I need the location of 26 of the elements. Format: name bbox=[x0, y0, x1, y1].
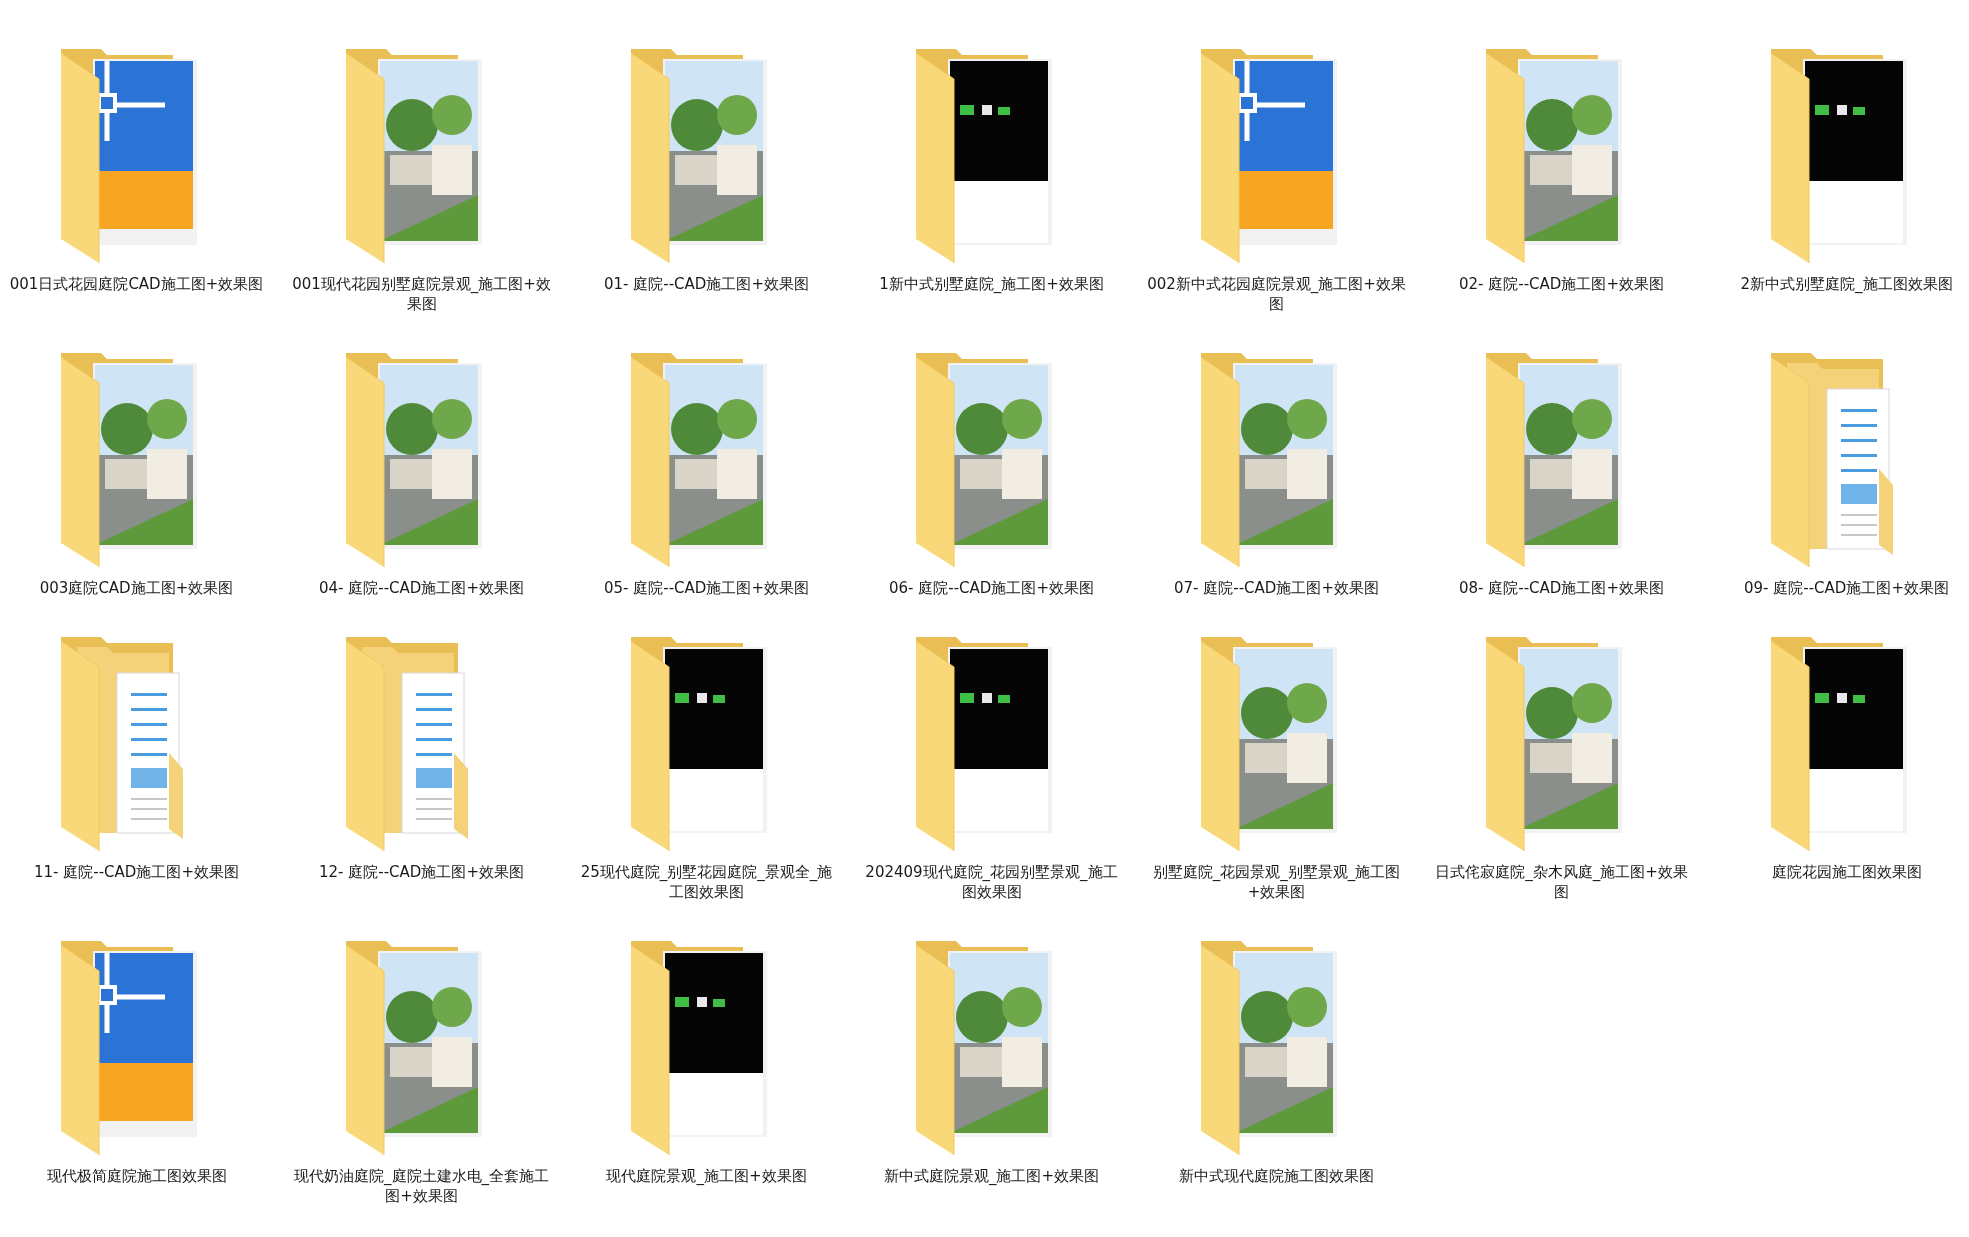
folder-name[interactable]: 02- 庭院--CAD施工图+效果图 bbox=[1459, 274, 1664, 294]
folder-name[interactable]: 06- 庭院--CAD施工图+效果图 bbox=[889, 578, 1094, 598]
folder-name[interactable]: 11- 庭院--CAD施工图+效果图 bbox=[34, 862, 239, 882]
folder-name[interactable]: 202409现代庭院_花园别墅景观_施工图效果图 bbox=[860, 862, 1123, 902]
folder-name[interactable]: 2新中式别墅庭院_施工图效果图 bbox=[1740, 274, 1953, 294]
folder-name[interactable]: 日式侘寂庭院_杂木风庭_施工图+效果图 bbox=[1430, 862, 1693, 902]
folder-name[interactable]: 01- 庭院--CAD施工图+效果图 bbox=[604, 274, 809, 294]
folder-name[interactable]: 09- 庭院--CAD施工图+效果图 bbox=[1744, 578, 1949, 598]
folder-name[interactable]: 庭院花园施工图效果图 bbox=[1771, 862, 1922, 882]
folder-name[interactable]: 07- 庭院--CAD施工图+效果图 bbox=[1174, 578, 1379, 598]
folder-name[interactable]: 04- 庭院--CAD施工图+效果图 bbox=[319, 578, 524, 598]
folder-name[interactable]: 002新中式花园庭院景观_施工图+效果图 bbox=[1145, 274, 1408, 314]
folder-name[interactable]: 新中式现代庭院施工图效果图 bbox=[1179, 1166, 1374, 1186]
folder-name[interactable]: 现代极简庭院施工图效果图 bbox=[46, 1166, 227, 1186]
folder-name[interactable]: 新中式庭院景观_施工图+效果图 bbox=[883, 1166, 1100, 1186]
folder-name[interactable]: 25现代庭院_别墅花园庭院_景观全_施工图效果图 bbox=[575, 862, 838, 902]
folder-name[interactable]: 别墅庭院_花园景观_别墅景观_施工图+效果图 bbox=[1145, 862, 1408, 902]
folder-name[interactable]: 现代奶油庭院_庭院土建水电_全套施工图+效果图 bbox=[290, 1166, 553, 1206]
folder-name[interactable]: 05- 庭院--CAD施工图+效果图 bbox=[604, 578, 809, 598]
folder-name[interactable]: 001日式花园庭院CAD施工图+效果图 bbox=[9, 274, 264, 294]
folder-name[interactable]: 1新中式别墅庭院_施工图+效果图 bbox=[879, 274, 1104, 294]
folder-name[interactable]: 001现代花园别墅庭院景观_施工图+效果图 bbox=[290, 274, 553, 314]
folder-name[interactable]: 003庭院CAD施工图+效果图 bbox=[39, 578, 234, 598]
folder-name[interactable]: 12- 庭院--CAD施工图+效果图 bbox=[319, 862, 524, 882]
folder-name[interactable]: 08- 庭院--CAD施工图+效果图 bbox=[1459, 578, 1664, 598]
folder-name[interactable]: 现代庭院景观_施工图+效果图 bbox=[606, 1166, 807, 1186]
